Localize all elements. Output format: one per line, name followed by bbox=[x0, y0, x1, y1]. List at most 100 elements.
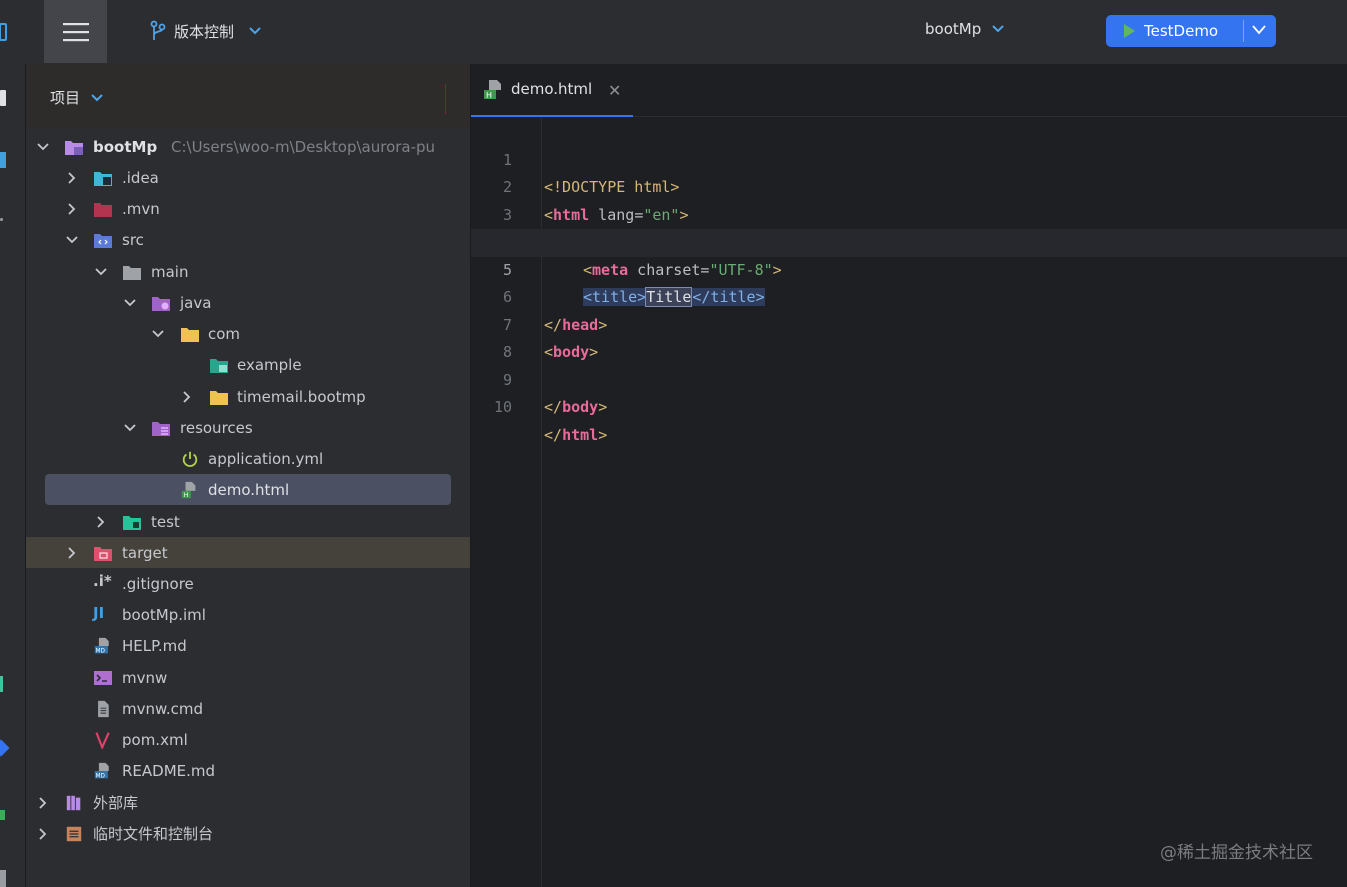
tree-item-test[interactable]: test bbox=[26, 506, 470, 537]
tree-item-example[interactable]: example bbox=[26, 349, 470, 380]
tree-item-com[interactable]: com bbox=[26, 318, 470, 349]
code-token: html bbox=[562, 425, 599, 444]
code-editor[interactable]: 1 <!DOCTYPE html> 2 <html lang="en"> 3 <… bbox=[471, 117, 1347, 887]
chevron-right-icon[interactable] bbox=[65, 546, 79, 560]
resources-folder-icon bbox=[152, 421, 170, 436]
tree-item-resources[interactable]: resources bbox=[26, 412, 470, 443]
tree-label: 外部库 bbox=[93, 794, 139, 812]
code-line: 4 <meta charset="UTF-8"> bbox=[471, 202, 1347, 279]
chevron-down-icon[interactable] bbox=[94, 265, 108, 279]
tree-item-gitignore[interactable]: .i* .gitignore bbox=[26, 568, 470, 599]
tree-item-target[interactable]: target bbox=[26, 537, 470, 568]
scratches-icon bbox=[66, 826, 82, 841]
tree-item-help-md[interactable]: MD HELP.md bbox=[26, 630, 470, 661]
tree-label: timemail.bootmp bbox=[237, 387, 366, 406]
app-logo-icon[interactable] bbox=[0, 22, 8, 42]
project-selector[interactable]: bootMp bbox=[925, 20, 1005, 38]
close-icon[interactable]: ✕ bbox=[608, 81, 621, 100]
divider bbox=[1243, 20, 1244, 42]
project-panel: 项目 bootMp C:\Users\woo-m\Desktop\aurora-… bbox=[26, 64, 471, 887]
tree-item-java[interactable]: java bbox=[26, 287, 470, 318]
tree-label: bootMp.iml bbox=[122, 605, 206, 624]
excluded-folder-icon bbox=[94, 546, 112, 561]
svg-text:MD: MD bbox=[96, 773, 106, 779]
terminal-tool-icon[interactable] bbox=[0, 870, 6, 887]
tree-item-scratches[interactable]: 临时文件和控制台 bbox=[26, 818, 470, 849]
iml-file-icon: JI bbox=[93, 604, 105, 622]
chevron-right-icon[interactable] bbox=[36, 796, 50, 810]
vcs-label: 版本控制 bbox=[174, 22, 235, 41]
tree-label: .gitignore bbox=[122, 574, 194, 593]
chevron-down-icon[interactable] bbox=[123, 421, 137, 435]
main-menu-button[interactable] bbox=[44, 0, 107, 63]
run-configuration-button[interactable]: TestDemo bbox=[1106, 15, 1276, 47]
title-bar: 版本控制 bootMp TestDemo bbox=[0, 0, 1347, 65]
package-folder-icon bbox=[210, 390, 228, 405]
html-file-icon: H bbox=[484, 80, 501, 100]
library-icon bbox=[66, 795, 81, 810]
chevron-down-icon bbox=[249, 27, 261, 35]
tree-item-mvn[interactable]: .mvn bbox=[26, 193, 470, 224]
tree-item-demo-html[interactable]: H demo.html bbox=[26, 474, 470, 505]
tree-label: .idea bbox=[122, 168, 159, 187]
source-folder-icon bbox=[94, 233, 112, 248]
editor: H demo.html ✕ 1 <!DOCTYPE html> 2 <html … bbox=[471, 64, 1347, 887]
html-file-icon: H bbox=[181, 481, 196, 499]
chevron-down-icon[interactable] bbox=[123, 296, 137, 310]
build-tool-icon[interactable] bbox=[0, 810, 5, 820]
svg-text:H: H bbox=[486, 91, 492, 100]
tree-item-mvnw-cmd[interactable]: mvnw.cmd bbox=[26, 693, 470, 724]
chevron-right-icon[interactable] bbox=[180, 390, 194, 404]
root-path: C:\Users\woo-m\Desktop\aurora-pu bbox=[171, 137, 436, 156]
structure-tool-icon[interactable] bbox=[0, 152, 6, 168]
tree-item-bootmp-iml[interactable]: JI bootMp.iml bbox=[26, 599, 470, 630]
project-view-selector[interactable]: 项目 bbox=[50, 87, 104, 108]
code-line: 2 <html lang="en"> bbox=[471, 147, 1347, 224]
chevron-down-icon[interactable] bbox=[65, 233, 79, 247]
chevron-down-icon bbox=[91, 93, 103, 101]
tree-label: src bbox=[122, 230, 144, 249]
chevron-right-icon[interactable] bbox=[36, 827, 50, 841]
tree-item-src[interactable]: src bbox=[26, 224, 470, 255]
project-tool-icon[interactable] bbox=[0, 90, 6, 106]
tree-item-pom-xml[interactable]: pom.xml bbox=[26, 724, 470, 755]
vcs-widget[interactable]: 版本控制 bbox=[150, 20, 262, 42]
code-token: </ bbox=[544, 398, 563, 416]
svg-text:H: H bbox=[184, 492, 189, 499]
run-config-label: TestDemo bbox=[1144, 22, 1219, 40]
tree-label: mvnw bbox=[122, 668, 168, 687]
chevron-right-icon[interactable] bbox=[94, 515, 108, 529]
root-name: bootMp bbox=[93, 137, 158, 156]
chevron-down-icon[interactable] bbox=[151, 327, 165, 341]
folder-icon bbox=[123, 265, 141, 280]
tree-label: test bbox=[151, 512, 180, 531]
layers-tool-icon[interactable] bbox=[0, 676, 9, 692]
chevron-right-icon[interactable] bbox=[65, 171, 79, 185]
markdown-file-icon: MD bbox=[94, 762, 109, 779]
ignore-file-icon: .i* bbox=[93, 572, 112, 590]
tree-label: application.yml bbox=[208, 449, 324, 468]
chevron-down-icon bbox=[992, 25, 1004, 33]
code-line: 8 bbox=[471, 312, 1347, 361]
chevron-down-icon[interactable] bbox=[1251, 23, 1267, 37]
shell-script-icon bbox=[94, 670, 112, 685]
tree-item-mvnw[interactable]: mvnw bbox=[26, 662, 470, 693]
tree-item-idea[interactable]: .idea bbox=[26, 162, 470, 193]
tree-item-timemail-bootmp[interactable]: timemail.bootmp bbox=[26, 381, 470, 412]
tree-item-external-libraries[interactable]: 外部库 bbox=[26, 787, 470, 818]
code-token: body bbox=[562, 398, 599, 416]
dot-icon bbox=[0, 218, 3, 221]
project-name: bootMp bbox=[925, 20, 982, 38]
tree-item-root[interactable]: bootMp C:\Users\woo-m\Desktop\aurora-pu bbox=[26, 131, 470, 162]
tree-item-main[interactable]: main bbox=[26, 256, 470, 287]
tree-item-readme-md[interactable]: MD README.md bbox=[26, 755, 470, 786]
tab-label: demo.html bbox=[511, 80, 593, 98]
chevron-right-icon[interactable] bbox=[65, 202, 79, 216]
chevron-down-icon[interactable] bbox=[36, 140, 50, 154]
tab-demo-html[interactable]: H demo.html ✕ bbox=[471, 64, 633, 117]
tree-label: target bbox=[122, 543, 168, 562]
tree-item-application-yml[interactable]: application.yml bbox=[26, 443, 470, 474]
tree-label: java bbox=[180, 293, 212, 312]
java-folder-icon bbox=[152, 296, 170, 311]
diamond-tool-icon[interactable] bbox=[0, 739, 10, 757]
